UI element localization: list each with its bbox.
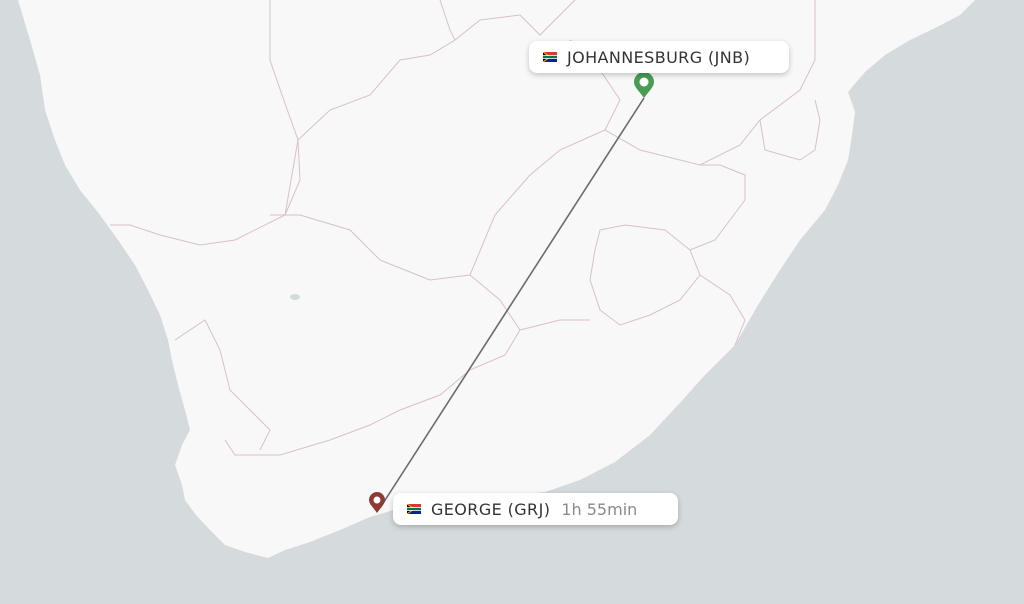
water-bodies (290, 294, 300, 300)
origin-airport-name: JOHANNESBURG (JNB) (567, 47, 751, 67)
flight-duration: 1h 55min (561, 499, 638, 519)
south-africa-flag-icon (543, 52, 557, 62)
origin-label[interactable]: JOHANNESBURG (JNB) (529, 41, 789, 73)
destination-label[interactable]: GEORGE (GRJ) 1h 55min (393, 493, 678, 525)
destination-airport-name: GEORGE (GRJ) (431, 499, 551, 519)
south-africa-flag-icon (407, 504, 421, 514)
